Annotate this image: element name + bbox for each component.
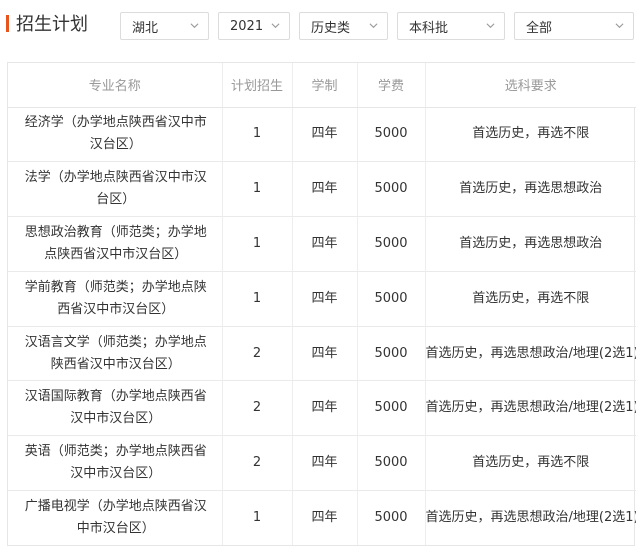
column-header-major: 专业名称 xyxy=(8,63,223,108)
province-select-value: 湖北 xyxy=(132,20,159,36)
plan-count-cell: 1 xyxy=(222,107,293,163)
duration-cell: 四年 xyxy=(292,161,358,218)
duration-cell: 四年 xyxy=(292,380,358,437)
tuition-cell: 5000 xyxy=(357,326,426,382)
batch-select[interactable]: 本科批 xyxy=(397,12,505,40)
duration-cell: 四年 xyxy=(292,107,358,163)
subject-requirement-cell: 首选历史，再选思想政治/地理(2选1) xyxy=(425,326,636,382)
plan-count-cell: 1 xyxy=(222,161,293,218)
major-name-cell: 学前教育（师范类；办学地点陕西省汉中市汉台区） xyxy=(8,271,223,327)
duration-cell: 四年 xyxy=(292,216,358,272)
title-accent-bar xyxy=(6,14,9,32)
plan-count-cell: 1 xyxy=(222,271,293,327)
chevron-down-icon xyxy=(190,21,199,30)
duration-cell: 四年 xyxy=(292,326,358,382)
tuition-cell: 5000 xyxy=(357,107,426,163)
major-name-cell: 经济学（办学地点陕西省汉中市汉台区） xyxy=(8,107,223,163)
column-header-fee: 学费 xyxy=(357,63,426,108)
plan-count-cell: 2 xyxy=(222,380,293,437)
subject-requirement-cell: 首选历史，再选不限 xyxy=(425,435,636,492)
tuition-cell: 5000 xyxy=(357,380,426,437)
subject-requirement-cell: 首选历史，再选不限 xyxy=(425,271,636,327)
page-header: 招生计划 湖北 2021 历史类 本科批 全部 xyxy=(0,0,642,50)
major-name-cell: 汉语言文学（师范类；办学地点陕西省汉中市汉台区） xyxy=(8,326,223,382)
table-header-row: 专业名称 计划招生 学制 学费 选科要求 xyxy=(8,63,636,108)
chevron-down-icon xyxy=(615,21,624,30)
tuition-cell: 5000 xyxy=(357,216,426,272)
plan-count-cell: 2 xyxy=(222,435,293,492)
table-row: 汉语言文学（师范类；办学地点陕西省汉中市汉台区） 2 四年 5000 首选历史，再选思想… xyxy=(8,326,636,382)
category-select[interactable]: 全部 xyxy=(514,12,634,40)
subject-requirement-cell: 首选历史，再选思想政治 xyxy=(425,161,636,218)
subject-requirement-cell: 首选历史，再选思想政治/地理(2选1) xyxy=(425,380,636,437)
major-name-cell: 法学（办学地点陕西省汉中市汉台区） xyxy=(8,161,223,218)
subject-requirement-cell: 首选历史，再选思想政治/地理(2选1) xyxy=(425,510,637,526)
duration-cell: 四年 xyxy=(292,435,358,492)
chevron-down-icon xyxy=(486,21,495,30)
page-title: 招生计划 xyxy=(16,14,88,35)
column-header-plan: 计划招生 xyxy=(222,63,293,108)
batch-select-value: 本科批 xyxy=(409,20,449,36)
major-name-cell: 汉语国际教育（办学地点陕西省汉中市汉台区） xyxy=(8,380,223,437)
subject-requirement-cell: 首选历史，再选思想政治 xyxy=(425,216,636,272)
column-header-requirement: 选科要求 xyxy=(425,63,636,108)
plan-count-cell: 2 xyxy=(222,326,293,382)
table-row: 法学（办学地点陕西省汉中市汉台区） 1 四年 5000 首选历史，再选思想政治 xyxy=(8,161,636,218)
tuition-cell: 5000 xyxy=(357,435,426,492)
tuition-cell: 5000 xyxy=(357,161,426,218)
major-name-cell: 广播电视学（办学地点陕西省汉中市汉台区） xyxy=(8,490,223,546)
title-wrap: 招生计划 xyxy=(6,12,88,35)
table-row: 英语（师范类；办学地点陕西省汉中市汉台区） 2 四年 5000 首选历史，再选不限 xyxy=(8,435,636,492)
table-row: 经济学（办学地点陕西省汉中市汉台区） 1 四年 5000 首选历史，再选不限 xyxy=(8,107,636,163)
category-select-value: 全部 xyxy=(526,20,553,36)
duration-cell: 四年 xyxy=(292,490,358,546)
column-header-years: 学制 xyxy=(292,63,358,108)
plan-count-cell: 1 xyxy=(222,490,293,546)
table-row: 汉语国际教育（办学地点陕西省汉中市汉台区） 2 四年 5000 首选历史，再选思想政治/… xyxy=(8,380,636,437)
chevron-down-icon xyxy=(271,21,280,30)
subject-requirement-cell: 首选历史，再选不限 xyxy=(425,107,636,163)
subject-type-select-value: 历史类 xyxy=(311,20,351,36)
tuition-cell: 5000 xyxy=(357,490,426,546)
province-select[interactable]: 湖北 xyxy=(120,12,209,40)
table-row: 广播电视学（办学地点陕西省汉中市汉台区） 1 四年 5000 首选历史，再选思想政治/地… xyxy=(8,490,637,546)
table-row: 学前教育（师范类；办学地点陕西省汉中市汉台区） 1 四年 5000 首选历史，再选不限 xyxy=(8,271,636,327)
major-name-cell: 思想政治教育（师范类；办学地点陕西省汉中市汉台区） xyxy=(8,216,223,272)
tuition-cell: 5000 xyxy=(357,271,426,327)
table-row: 思想政治教育（师范类；办学地点陕西省汉中市汉台区） 1 四年 5000 首选历史，再选思… xyxy=(8,216,636,272)
chevron-down-icon xyxy=(369,21,378,30)
enrollment-plan-table: 专业名称 计划招生 学制 学费 选科要求 经济学（办学地点陕西省汉中市汉台区） 1… xyxy=(7,62,637,547)
major-name-cell: 英语（师范类；办学地点陕西省汉中市汉台区） xyxy=(8,435,223,492)
subject-type-select[interactable]: 历史类 xyxy=(299,12,388,40)
year-select-value: 2021 xyxy=(230,18,264,34)
duration-cell: 四年 xyxy=(292,271,358,327)
year-select[interactable]: 2021 xyxy=(218,12,290,40)
plan-count-cell: 1 xyxy=(222,216,293,272)
